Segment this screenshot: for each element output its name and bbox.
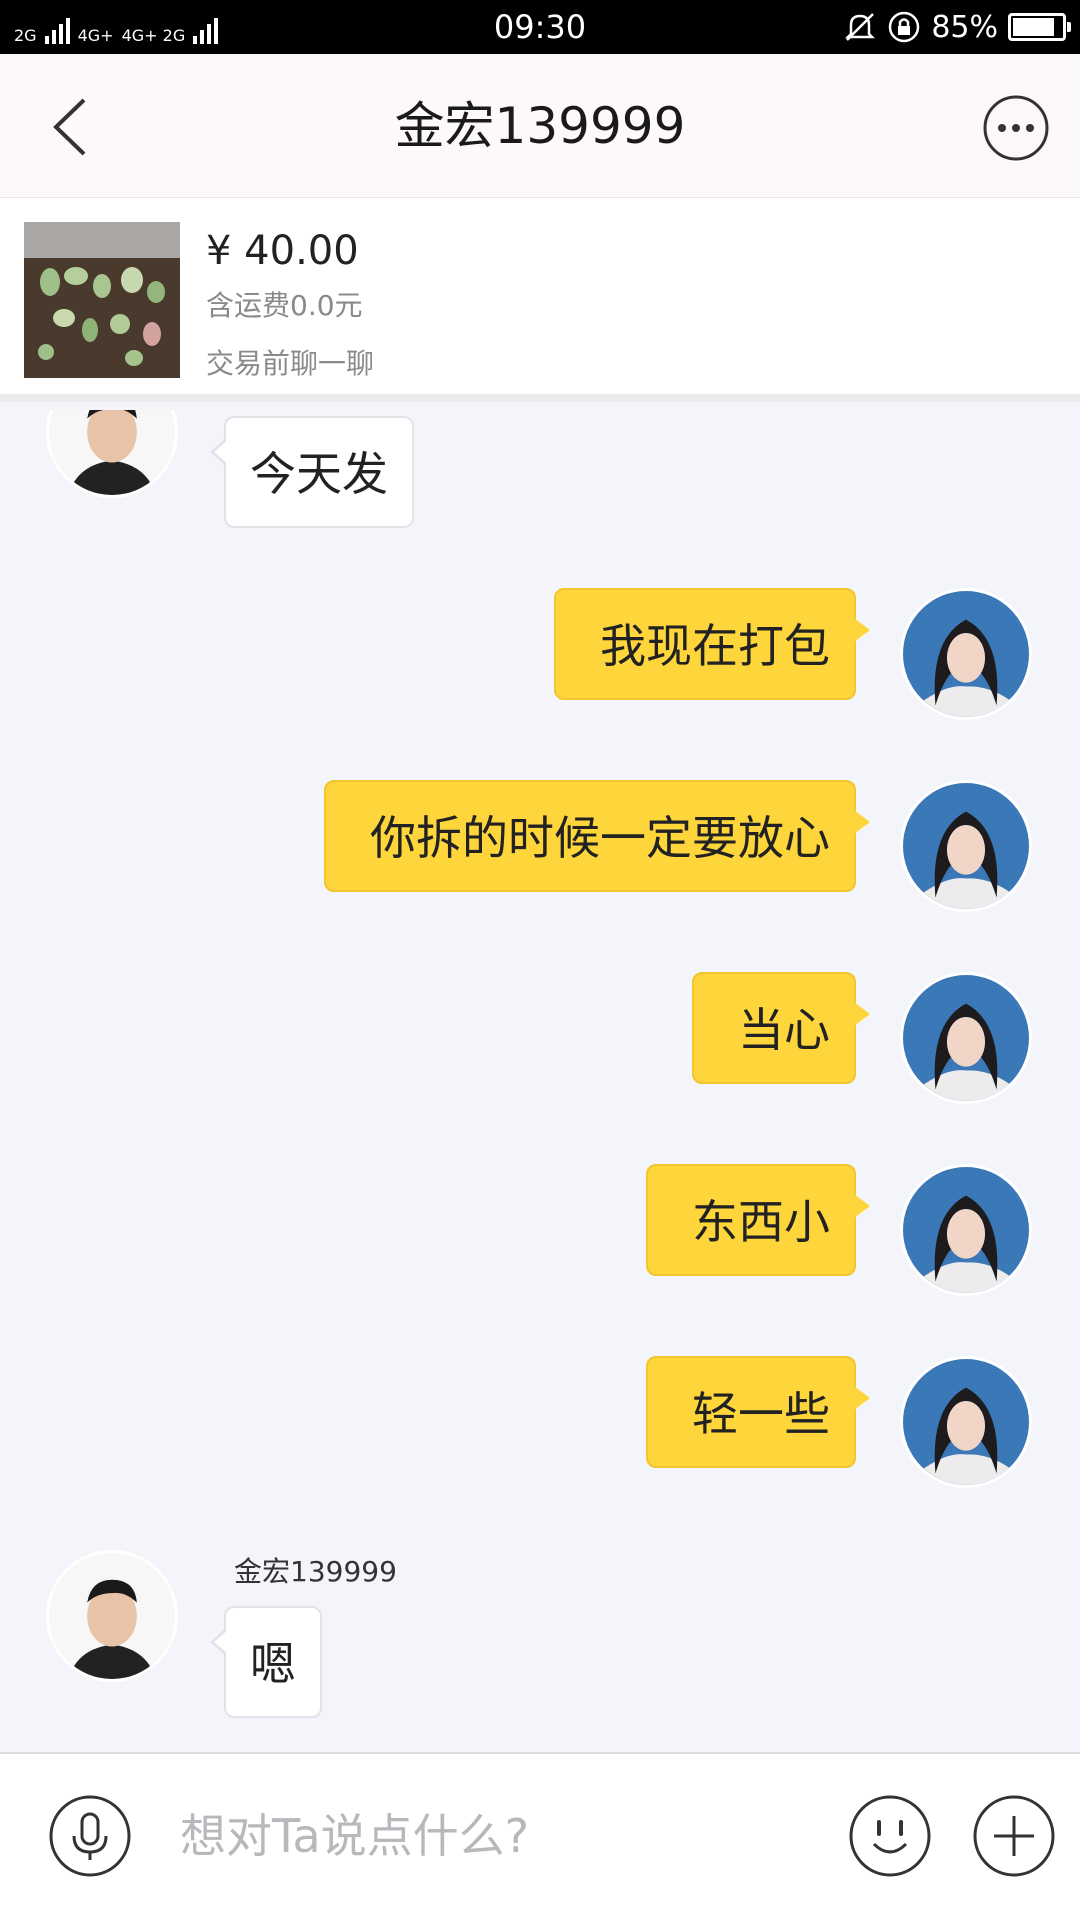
message-bubble-outgoing: 东西小 [646, 1164, 870, 1276]
page-title: 金宏139999 [394, 97, 686, 155]
user-avatar[interactable] [900, 588, 1032, 720]
message-bubble-outgoing: 轻一些 [646, 1356, 870, 1468]
seller-avatar[interactable] [46, 410, 178, 498]
emoji-icon[interactable] [848, 1794, 932, 1878]
status-bar: 2G 4G+ 4G+ 2G 09:30 85% [0, 0, 1080, 54]
seller-avatar[interactable] [46, 1550, 178, 1682]
message-input-bar: 想对Ta说点什么? [0, 1752, 1080, 1920]
more-dots-icon[interactable] [982, 94, 1050, 162]
user-avatar[interactable] [900, 1164, 1032, 1296]
user-avatar[interactable] [900, 1356, 1032, 1488]
sender-name: 金宏139999 [234, 1555, 397, 1588]
message-bubble-incoming: 嗯 [210, 1606, 322, 1718]
mute-icon [845, 13, 876, 41]
plus-icon[interactable] [972, 1794, 1056, 1878]
battery-icon [1008, 13, 1071, 41]
product-thumbnail[interactable] [24, 222, 180, 378]
message-input[interactable]: 想对Ta说点什么? [180, 1800, 529, 1866]
product-summary[interactable]: ¥ 40.00 含运费0.0元 交易前聊一聊 [0, 198, 1080, 402]
product-price: ¥ 40.00 [206, 228, 359, 274]
message-bubble-outgoing: 当心 [692, 972, 870, 1084]
user-avatar[interactable] [900, 780, 1032, 912]
battery-percent: 85% [931, 9, 998, 45]
rotation-lock-icon [889, 11, 920, 43]
message-bubble-incoming: 今天发 [210, 416, 414, 528]
trade-note: 交易前聊一聊 [206, 347, 375, 380]
message-bubble-outgoing: 你拆的时候一定要放心 [324, 780, 870, 892]
shipping-fee: 含运费0.0元 [206, 289, 363, 322]
user-avatar[interactable] [900, 972, 1032, 1104]
chat-header: 金宏139999 [0, 54, 1080, 198]
message-bubble-outgoing: 我现在打包 [554, 588, 870, 700]
chat-messages[interactable]: 今天发 我现在打包 你拆的时候一定要放心 当心 东西小 轻一些 金宏139999… [0, 410, 1080, 1752]
microphone-icon[interactable] [48, 1794, 132, 1878]
